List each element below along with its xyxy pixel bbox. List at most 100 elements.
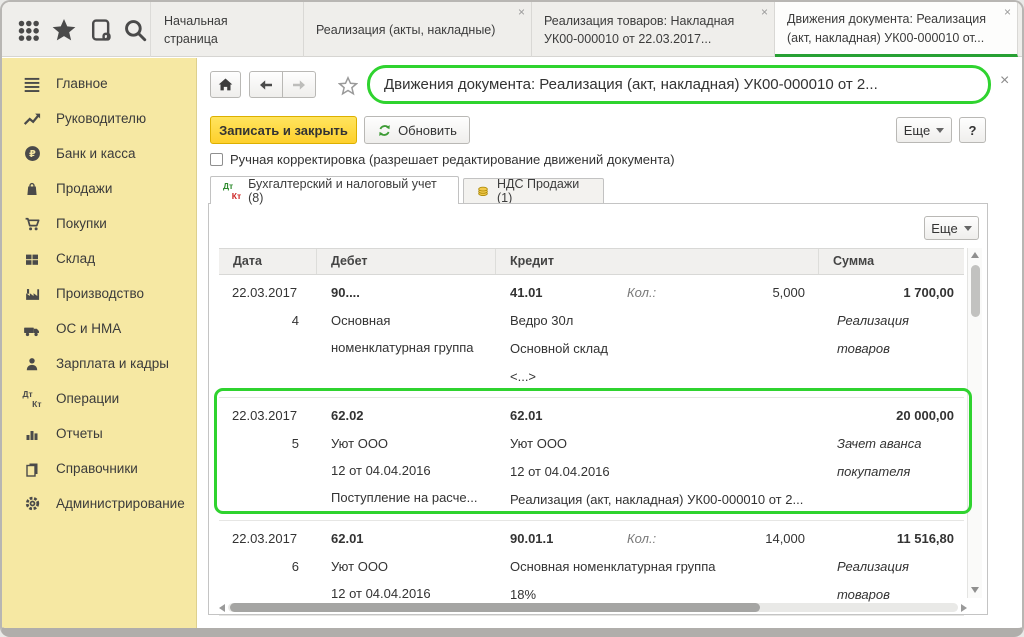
sidebar-item-9[interactable]: ДтКтОперации [2,381,196,416]
apps-menu-icon[interactable] [15,17,41,43]
column-header-date[interactable]: Дата [219,249,317,274]
person-icon [21,355,43,373]
tab-vat-sales[interactable]: НДС Продажи (1) [463,178,604,204]
credit-detail: <...> [510,363,819,391]
sidebar-item-11[interactable]: Справочники [2,451,196,486]
sidebar-item-label: Банк и касса [56,146,136,161]
postings-table: Дата Дебет Кредит Сумма 22.03.2017490...… [219,248,964,616]
bank-icon: ₽ [21,145,43,163]
table-header-row: Дата Дебет Кредит Сумма [219,248,964,275]
sidebar-item-label: Склад [56,251,95,266]
window-tab-label: Реализация (акты, накладные) [316,21,495,39]
favorite-star-icon[interactable] [338,76,358,96]
top-bar: Начальная страница Реализация (акты, накл… [2,2,1022,57]
tab-close-icon[interactable]: × [518,6,525,18]
search-icon[interactable] [122,17,148,43]
table-row[interactable]: 22.03.2017490....Основная номенклатурная… [219,275,964,398]
column-header-debit[interactable]: Дебет [317,249,496,274]
credit-detail: Ведро 30л [510,307,819,335]
save-and-close-button[interactable]: Записать и закрыть [210,116,357,144]
window-tab-0[interactable]: Начальная страница [152,2,304,57]
sum-value: 1 700,00 [819,279,964,307]
window-tab-2[interactable]: Реализация товаров: Накладная УК00-00001… [532,2,775,57]
tab-close-icon[interactable]: × [1004,6,1011,18]
scroll-up-icon[interactable] [971,252,979,258]
credit-account: 62.01 [510,402,627,430]
horizontal-scroll-track[interactable] [228,603,958,612]
nav-buttons [249,71,316,98]
page-title: Движения документа: Реализация (акт, нак… [367,65,991,104]
help-button[interactable]: ? [959,117,986,143]
row-number: 6 [232,553,317,581]
refresh-icon [377,123,392,138]
sidebar-item-5[interactable]: Склад [2,241,196,276]
row-date: 22.03.2017 [232,525,317,553]
scroll-down-icon[interactable] [971,587,979,593]
more-button[interactable]: Еще [896,117,952,143]
row-number: 5 [232,430,317,458]
close-icon[interactable]: × [1000,73,1009,89]
bars-icon [21,425,43,443]
tab-accounting[interactable]: ДтКт Бухгалтерский и налоговый учет (8) [210,176,459,204]
vertical-scroll-thumb[interactable] [971,265,980,317]
tab-close-icon[interactable]: × [761,6,768,18]
debit-account: 62.01 [331,525,496,553]
sum-note: Зачет аванса покупателя [837,430,949,486]
home-button[interactable] [210,71,241,98]
menu-icon [21,75,43,93]
chevron-down-icon [936,128,944,133]
column-header-credit[interactable]: Кредит [496,249,819,274]
page-title-text: Движения документа: Реализация (акт, нак… [384,76,974,93]
scroll-right-icon[interactable] [961,604,967,612]
cell-sum: 20 000,00Зачет аванса покупателя [819,402,964,514]
sidebar-item-label: Справочники [56,461,138,476]
table-more-button[interactable]: Еще [924,216,979,240]
window-tab-label: Начальная страница [164,12,281,48]
sidebar-item-10[interactable]: Отчеты [2,416,196,451]
horizontal-scroll-thumb[interactable] [230,603,760,612]
cell-credit: 62.01Уют ООО12 от 04.04.2016Реализация (… [496,402,819,514]
sidebar-item-1[interactable]: Руководителю [2,101,196,136]
debit-account: 90.... [331,279,496,307]
cell-date: 22.03.20174 [219,279,317,391]
cell-sum: 1 700,00Реализация товаров [819,279,964,391]
credit-detail: Уют ООО [510,430,819,458]
vertical-scrollbar[interactable] [967,248,982,598]
window-tab-1[interactable]: Реализация (акты, накладные) × [304,2,532,57]
dtkt-icon: ДтКт [223,182,241,200]
sidebar-item-6[interactable]: Производство [2,276,196,311]
sum-value: 20 000,00 [819,402,964,430]
forward-button[interactable] [283,71,317,98]
sidebar-item-2[interactable]: ₽ Банк и касса [2,136,196,171]
favorites-star-icon[interactable] [51,17,77,43]
history-icon[interactable] [88,17,114,43]
factory-icon [21,285,43,303]
sidebar-item-7[interactable]: ОС и НМА [2,311,196,346]
back-button[interactable] [249,71,283,98]
trend-icon [21,110,43,128]
table-body: 22.03.2017490....Основная номенклатурная… [219,275,964,616]
credit-account: 41.01 [510,279,627,307]
cell-debit: 90....Основная номенклатурная группа [317,279,496,391]
tab-vat-sales-label: НДС Продажи (1) [497,177,591,205]
sidebar-item-8[interactable]: Зарплата и кадры [2,346,196,381]
debit-detail: Основная номенклатурная группа [331,307,483,361]
debit-detail: Уют ООО [331,553,483,580]
scroll-left-icon[interactable] [219,604,225,612]
sidebar-item-0[interactable]: Главное [2,66,196,101]
column-header-sum[interactable]: Сумма [819,249,964,274]
manual-adjustment-checkbox[interactable] [210,153,223,166]
horizontal-scrollbar[interactable] [219,601,967,614]
window-tab-label: Движения документа: Реализация (акт, нак… [787,10,995,46]
refresh-button[interactable]: Обновить [364,116,470,144]
window-tab-3[interactable]: Движения документа: Реализация (акт, нак… [775,2,1018,57]
sidebar-item-label: ОС и НМА [56,321,121,336]
sidebar-item-12[interactable]: Администрирование [2,486,196,521]
sidebar-item-4[interactable]: Покупки [2,206,196,241]
sidebar-item-label: Производство [56,286,144,301]
table-row[interactable]: 22.03.2017562.02Уют ООО12 от 04.04.2016П… [219,398,964,521]
credit-account: 90.01.1 [510,525,627,553]
sidebar-item-label: Руководителю [56,111,146,126]
row-date: 22.03.2017 [232,279,317,307]
sidebar-item-3[interactable]: Продажи [2,171,196,206]
